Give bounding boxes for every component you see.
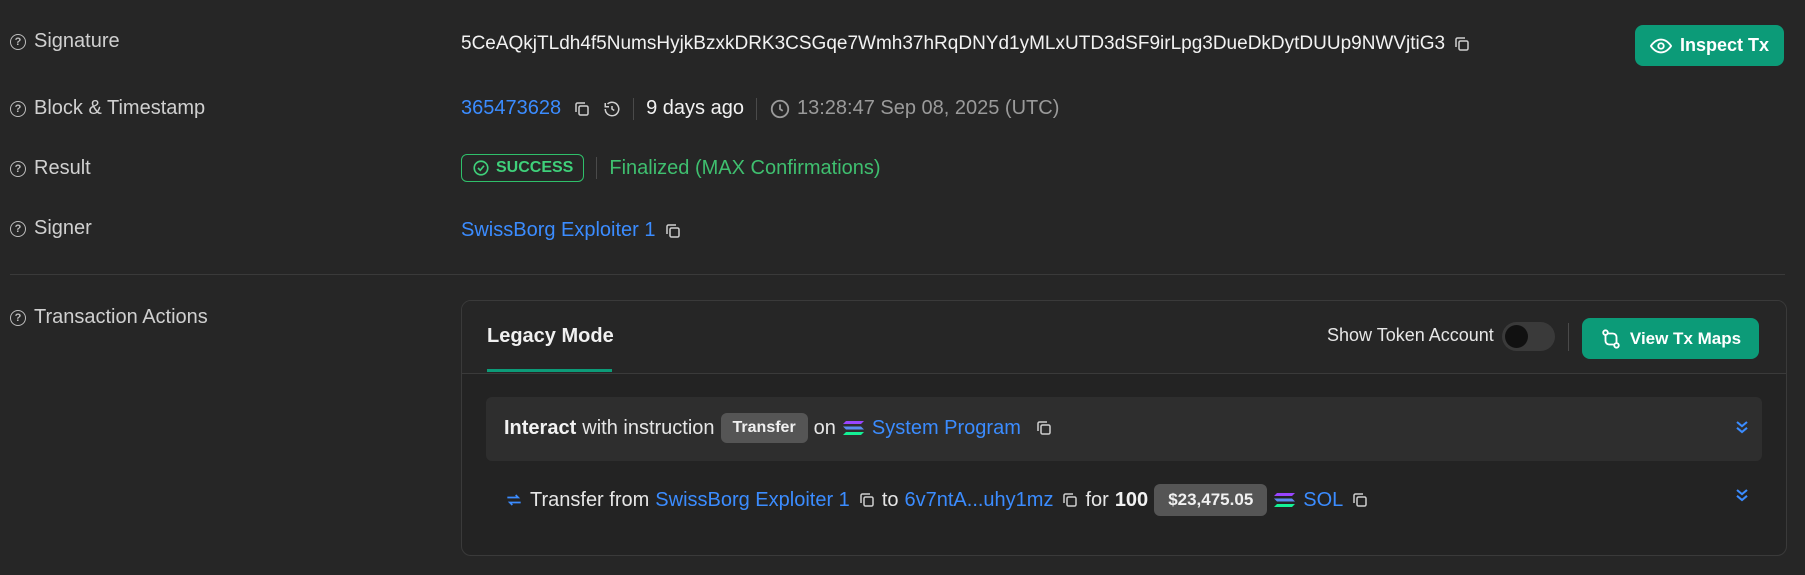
instruction-content: Interact with instruction Transfer on Sy… — [504, 413, 1053, 443]
signature-value-wrap: 5CeAQkjTLdh4f5NumsHyjkBzxkDRK3CSGqe7Wmh3… — [461, 33, 1471, 55]
copy-icon[interactable] — [858, 491, 876, 509]
result-label: Result — [34, 157, 91, 179]
transfer-prefix: Transfer from — [530, 488, 650, 511]
block-label: Block & Timestamp — [34, 97, 206, 119]
actions-label: Transaction Actions — [34, 306, 208, 328]
solana-icon — [842, 418, 866, 438]
on-text: on — [813, 416, 836, 439]
block-number-link[interactable]: 365473628 — [461, 97, 561, 120]
signature-value: 5CeAQkjTLdh4f5NumsHyjkBzxkDRK3CSGqe7Wmh3… — [461, 33, 1446, 54]
copy-icon[interactable] — [1061, 491, 1079, 509]
copy-icon[interactable] — [1351, 491, 1369, 509]
toggle-knob — [1505, 325, 1528, 348]
signer-label: Signer — [34, 217, 92, 239]
show-token-account-toggle[interactable] — [1502, 322, 1555, 351]
for-text: for — [1085, 488, 1109, 511]
tab-active-indicator — [487, 369, 612, 372]
solana-icon — [1273, 490, 1297, 510]
status-text: SUCCESS — [496, 159, 574, 176]
show-token-account-label: Show Token Account — [1327, 325, 1494, 345]
program-link[interactable]: System Program — [872, 417, 1021, 440]
signer-label-wrap: ? Signer — [10, 217, 92, 240]
instruction-row[interactable]: Interact with instruction Transfer on Sy… — [486, 397, 1762, 461]
actions-panel: Legacy Mode Show Token Account View Tx M… — [461, 300, 1787, 556]
help-icon[interactable]: ? — [10, 160, 26, 177]
check-circle-icon — [473, 160, 489, 176]
block-value-wrap: 365473628 9 days ago 13:28:47 Sep 08, 20… — [461, 97, 1059, 120]
signer-value-wrap: SwissBorg Exploiter 1 — [461, 219, 682, 242]
copy-icon[interactable] — [1035, 419, 1053, 437]
signature-label-wrap: ? Signature — [10, 30, 120, 53]
copy-icon[interactable] — [573, 100, 591, 118]
copy-icon[interactable] — [664, 222, 682, 240]
inspect-tx-label: Inspect Tx — [1679, 35, 1770, 55]
view-tx-maps-label: View Tx Maps — [1629, 328, 1742, 348]
finality-text: Finalized (MAX Confirmations) — [609, 156, 881, 179]
help-icon[interactable]: ? — [10, 309, 26, 326]
transfer-to-link[interactable]: 6v7ntA...uhy1mz — [905, 489, 1054, 512]
signature-label: Signature — [34, 30, 120, 52]
usd-value-badge: $23,475.05 — [1154, 484, 1268, 516]
signer-link[interactable]: SwissBorg Exploiter 1 — [461, 219, 656, 242]
actions-panel-header: Legacy Mode Show Token Account View Tx M… — [462, 301, 1786, 374]
chevron-double-down-icon[interactable] — [1732, 485, 1752, 505]
status-badge: SUCCESS — [461, 154, 585, 182]
copy-icon[interactable] — [1453, 35, 1471, 53]
route-icon — [1602, 328, 1620, 349]
clock-icon — [769, 98, 791, 120]
block-timestamp: 13:28:47 Sep 08, 2025 (UTC) — [796, 97, 1060, 119]
help-icon[interactable]: ? — [10, 220, 26, 237]
token-link[interactable]: SOL — [1303, 489, 1343, 512]
transfer-from-link[interactable]: SwissBorg Exploiter 1 — [655, 489, 850, 512]
inspect-tx-button[interactable]: Inspect Tx — [1635, 25, 1784, 66]
interact-text: Interact — [504, 416, 577, 439]
history-icon[interactable] — [603, 100, 621, 118]
section-divider — [10, 274, 1785, 275]
divider — [755, 97, 757, 120]
with-instruction-text: with instruction — [582, 416, 715, 439]
transfer-icon — [504, 490, 524, 510]
transfer-row: Transfer from SwissBorg Exploiter 1 to 6… — [504, 484, 1369, 516]
chevron-double-down-icon[interactable] — [1732, 417, 1752, 437]
divider — [633, 97, 635, 120]
block-label-wrap: ? Block & Timestamp — [10, 97, 205, 120]
to-text: to — [881, 488, 899, 511]
instruction-chip: Transfer — [720, 413, 808, 443]
help-icon[interactable]: ? — [10, 100, 26, 117]
tab-legacy-mode[interactable]: Legacy Mode — [487, 325, 614, 348]
result-value-wrap: SUCCESS Finalized (MAX Confirmations) — [461, 154, 881, 182]
result-label-wrap: ? Result — [10, 157, 91, 180]
divider — [596, 157, 598, 179]
divider — [1568, 323, 1569, 351]
block-relative-time: 9 days ago — [646, 97, 744, 119]
eye-icon — [1649, 38, 1672, 53]
help-icon[interactable]: ? — [10, 33, 26, 50]
transfer-amount: 100 — [1114, 488, 1149, 511]
actions-label-wrap: ? Transaction Actions — [10, 306, 208, 329]
view-tx-maps-button[interactable]: View Tx Maps — [1582, 318, 1759, 359]
